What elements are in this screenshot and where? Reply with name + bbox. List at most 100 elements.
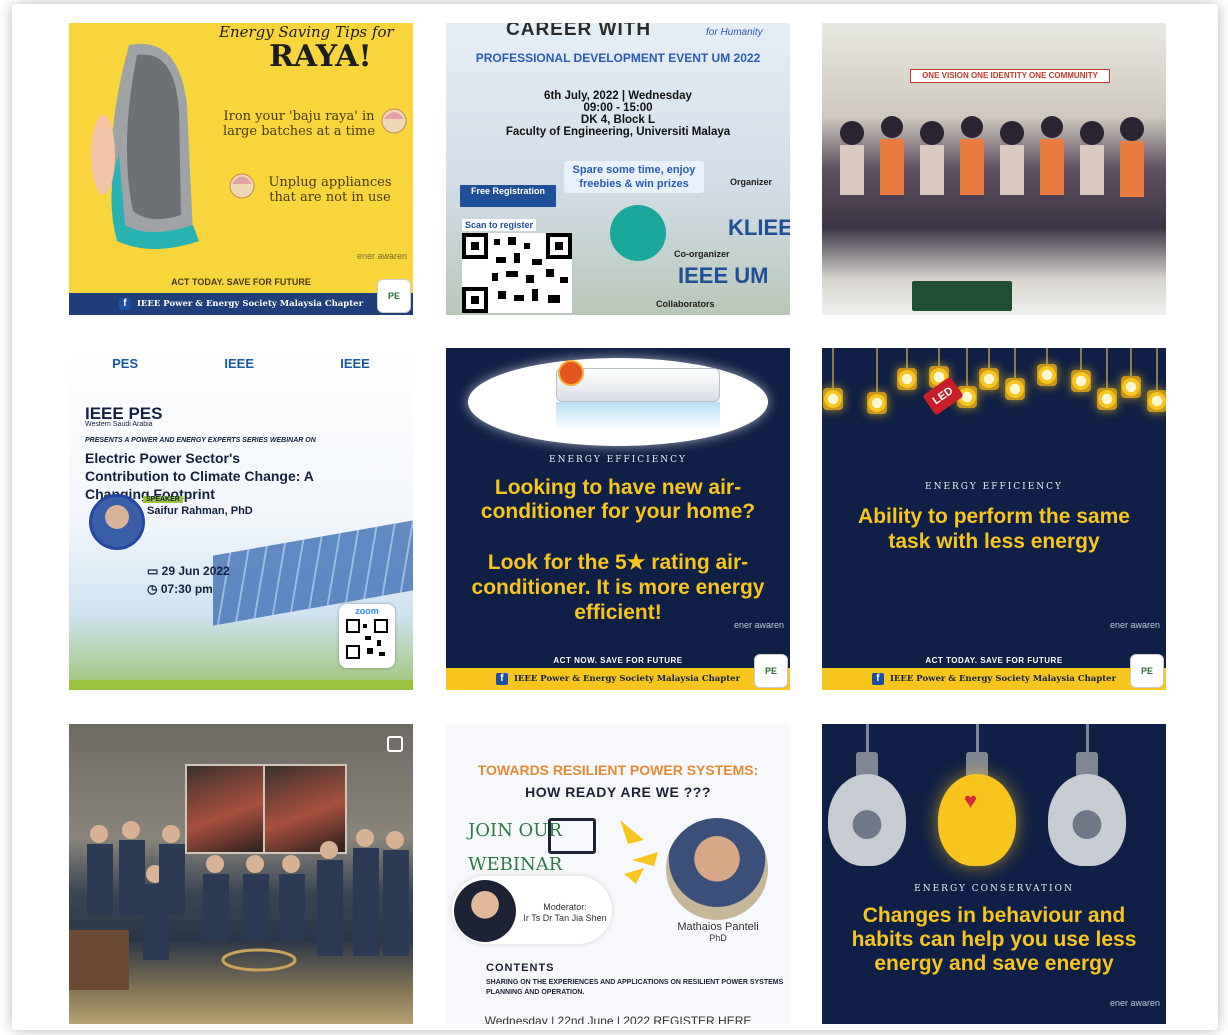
post-footer-text: IEEE Power & Energy Society Malaysia Cha… — [889, 674, 1117, 684]
contents-heading: CONTENTS — [486, 962, 555, 974]
lamp-icon — [1005, 348, 1025, 400]
speaker-name: Saifur Rahman, PhD — [147, 505, 253, 517]
post-corner-text: ener awaren — [733, 620, 784, 630]
lamp-icon — [979, 348, 999, 390]
lamp-icon — [929, 348, 949, 388]
post-headline: TOWARDS RESILIENT POWER SYSTEMS: — [477, 762, 759, 778]
grey-bulb-icon — [828, 774, 906, 866]
qr-code-icon — [462, 233, 572, 313]
post-tip-unplug: Unplug appliances that are not in use — [268, 175, 392, 205]
partner-logos: PES IEEE IEEE — [69, 356, 413, 371]
post-corner-text: ener awaren — [1109, 998, 1160, 1008]
lamp-icon — [897, 348, 917, 390]
lamp-icon — [867, 348, 887, 414]
woman-avatar-icon — [229, 173, 255, 199]
post-act-line: ACT TODAY. SAVE FOR FUTURE — [171, 277, 311, 287]
facebook-icon: f — [495, 673, 508, 685]
webinar-date-text: 29 Jun 2022 — [161, 564, 230, 578]
post-spare-time-note: Spare some time, enjoy freebies & win pr… — [564, 161, 704, 193]
lamp-icon — [823, 348, 843, 410]
speaker-role: PhD — [709, 933, 727, 943]
post-category: ENERGY CONSERVATION — [914, 884, 1074, 894]
organizer-label: Organizer — [730, 177, 773, 187]
group-photo-people — [69, 821, 409, 990]
post-led-efficiency[interactable]: LED ENERGY EFFICIENCY Ability to perform… — [822, 348, 1166, 690]
airflow-graphic — [556, 402, 720, 430]
post-corner-text: ener awaren — [356, 251, 407, 261]
event-date: 6th July, 2022 | Wednesday — [544, 90, 692, 102]
webinar-time: ◷ 07:30 pm — [147, 582, 213, 596]
energy-star-badge-icon — [558, 360, 584, 386]
post-footer-text: IEEE Power & Energy Society Malaysia Cha… — [513, 674, 741, 684]
speaker-photo — [666, 818, 768, 920]
speaker-name: Mathaios Panteli — [677, 921, 759, 933]
spark-rays-icon — [620, 820, 658, 884]
free-registration-badge: Free Registration — [460, 185, 556, 207]
calendar-icon: ▭ — [147, 564, 162, 578]
post-category: ENERGY EFFICIENCY — [925, 482, 1063, 492]
post-text: Changes in behaviour and habits can help… — [851, 904, 1137, 975]
post-footer-bar: f IEEE Power & Energy Society Malaysia C… — [822, 668, 1166, 690]
speaker-tag: SPEAKER — [143, 496, 183, 503]
moderator-photo — [454, 880, 516, 942]
zoom-qr-card: zoom — [339, 604, 395, 668]
pes-logo-icon: PE — [377, 279, 411, 313]
webinar-date-register: Wednesday | 22nd June | 2022 REGISTER HE… — [484, 1014, 752, 1024]
post-raya-energy-tips[interactable]: Energy Saving Tips for RAYA! Iron your '… — [69, 23, 413, 315]
pes-logo-icon: PE — [1130, 654, 1164, 688]
zoom-logo: zoom — [355, 606, 379, 616]
post-region: Western Saudi Arabia — [85, 421, 153, 428]
iron-icon — [91, 43, 199, 249]
bulb-wire — [866, 724, 869, 754]
woman-avatar-icon — [381, 108, 407, 134]
lamp-icon — [1147, 348, 1166, 412]
post-presents: PRESENTS A POWER AND ENERGY EXPERTS SERI… — [85, 437, 316, 444]
post-energy-conservation[interactable]: ♥ ENERGY CONSERVATION Changes in behavio… — [822, 724, 1166, 1024]
lamp-icon — [1121, 348, 1141, 398]
webinar-time-text: 07:30 pm — [160, 582, 213, 596]
post-category: ENERGY EFFICIENCY — [549, 455, 687, 465]
ieee-logo: IEEE — [224, 356, 254, 371]
audience-photo — [840, 116, 1144, 197]
grey-bulb-icon — [1048, 774, 1126, 866]
pes-logo-icon: PE — [754, 654, 788, 688]
lamp-icon — [1037, 348, 1057, 386]
post-event-title: PROFESSIONAL DEVELOPMENT EVENT UM 2022 — [475, 51, 761, 65]
post-header: CAREER WITH — [506, 23, 652, 40]
clock-icon: ◷ — [147, 582, 161, 596]
post-air-conditioner-efficiency[interactable]: ENERGY EFFICIENCY Looking to have new ai… — [446, 348, 790, 690]
klieee-logo: KLIEEE — [728, 215, 790, 240]
co-organizer-label: Co-organizer — [674, 249, 730, 259]
post-tip-iron: Iron your 'baju raya' in large batches a… — [222, 109, 376, 139]
lamp-icon — [957, 348, 977, 408]
post-subheadline: HOW READY ARE WE ??? — [525, 784, 711, 800]
event-venue-faculty: Faculty of Engineering, Universiti Malay… — [505, 126, 731, 138]
monitor-play-icon — [548, 818, 596, 854]
lamp-icon — [1097, 348, 1117, 410]
scan-to-register-label: Scan to register — [462, 219, 537, 231]
post-event-details: 6th July, 2022 | Wednesday 09:00 - 15:00… — [446, 90, 790, 138]
post-resilient-power-webinar[interactable]: TOWARDS RESILIENT POWER SYSTEMS: HOW REA… — [446, 724, 790, 1024]
post-text-question: Looking to have new air-conditioner for … — [480, 476, 756, 523]
ieee-um-logo: IEEE UM — [678, 263, 769, 288]
bulb-wire — [976, 724, 979, 754]
bulb-wire — [1086, 724, 1089, 754]
speaker-photo — [89, 494, 145, 550]
notebook-icon — [912, 281, 1012, 311]
post-title-main: RAYA! — [269, 39, 372, 74]
post-act-line: ACT TODAY. SAVE FOR FUTURE — [925, 656, 1063, 665]
post-group-photo[interactable] — [69, 724, 413, 1024]
post-footer-text: IEEE Power & Energy Society Malaysia Cha… — [136, 299, 364, 309]
moderator-role: Moderator: — [543, 902, 587, 912]
post-classroom-photo[interactable]: ONE VISION ONE IDENTITY ONE COMMUNITY — [822, 23, 1166, 315]
post-humanity-tag: for Humanity — [706, 27, 763, 38]
heart-icon: ♥ — [964, 788, 978, 813]
post-career-event[interactable]: CAREER WITH for Humanity PROFESSIONAL DE… — [446, 23, 790, 315]
post-text-advice: Look for the 5★ rating air-conditioner. … — [471, 551, 765, 624]
qr-code-icon — [346, 619, 388, 659]
collaborators-label: Collaborators — [656, 299, 715, 309]
post-ieee-pes-webinar[interactable]: PES IEEE IEEE IEEE PES Western Saudi Ara… — [69, 348, 413, 690]
webinar-date: ▭ 29 Jun 2022 — [147, 564, 230, 578]
post-footer-bar: f IEEE Power & Energy Society Malaysia C… — [446, 668, 790, 690]
post-text: Ability to perform the same task with le… — [858, 505, 1130, 553]
